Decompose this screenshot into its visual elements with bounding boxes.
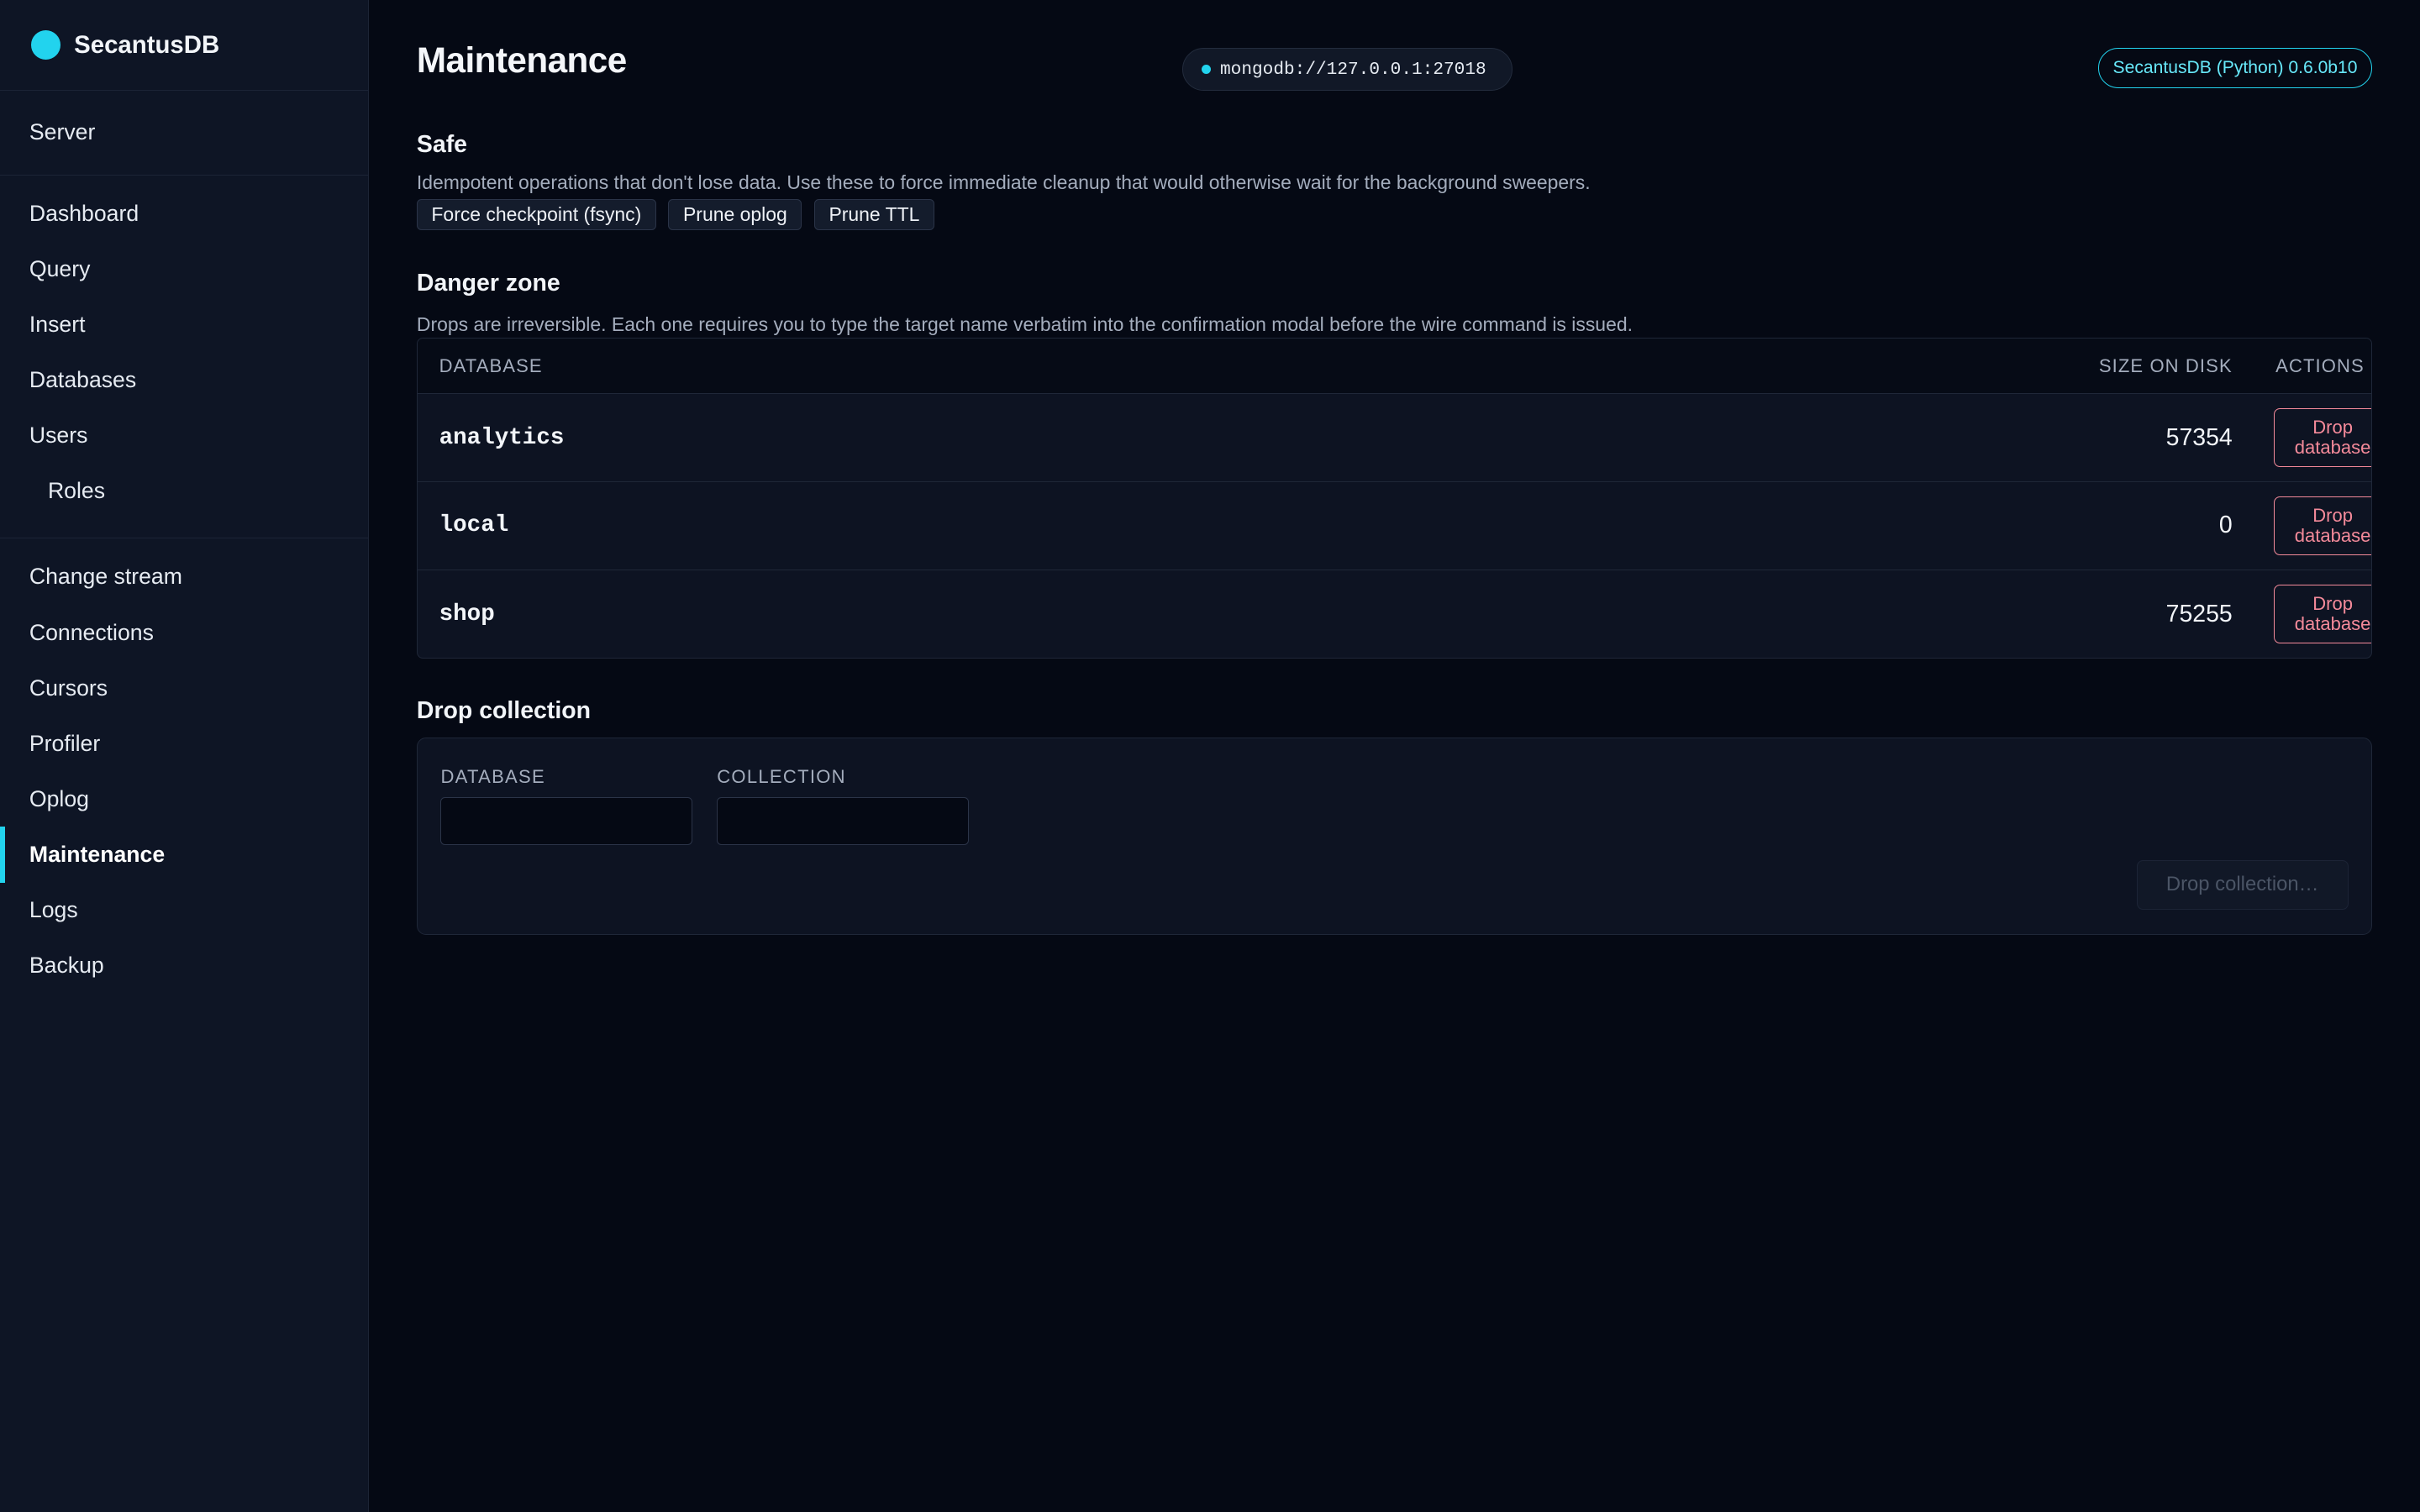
sidebar-item-server[interactable]: Server [0,105,368,160]
sidebar-item-oplog[interactable]: Oplog [0,771,368,827]
sidebar-item-backup[interactable]: Backup [0,938,368,994]
sidebar: SecantusDB Server Dashboard Query Insert… [0,0,369,1512]
table-header: DATABASE SIZE ON DISK ACTIONS [417,339,2372,395]
database-name: analytics [439,424,565,451]
main-content: Maintenance mongodb://127.0.0.1:27018 Se… [369,0,2420,1512]
databases-table: DATABASE SIZE ON DISK ACTIONS analytics … [416,338,2373,659]
nav-group-data: Dashboard Query Insert Databases Users R… [0,176,368,539]
sidebar-item-insert[interactable]: Insert [0,297,368,353]
brand: SecantusDB [0,0,368,92]
collection-field-label: COLLECTION [717,766,846,787]
force-checkpoint-button[interactable]: Force checkpoint (fsync) [416,198,656,230]
column-header-size: SIZE ON DISK [2098,354,2233,376]
database-size: 0 [2218,512,2233,539]
row-actions: Drop database [2233,585,2372,643]
sidebar-item-profiler[interactable]: Profiler [0,716,368,771]
drop-collection-button[interactable]: Drop collection… [2136,860,2349,910]
database-field-label: DATABASE [440,766,546,787]
prune-ttl-button[interactable]: Prune TTL [813,198,934,230]
database-name: local [439,512,509,539]
drop-collection-card: DATABASE COLLECTION Drop collection… [416,737,2373,936]
brand-name: SecantusDB [74,30,220,59]
database-size: 57354 [2165,423,2233,451]
drop-database-button[interactable]: Drop database [2274,585,2372,643]
table-row: shop 75255 Drop database [418,570,2372,659]
brand-logo-icon [30,30,60,60]
connection-status-icon [1201,65,1211,75]
row-actions: Drop database [2233,408,2372,468]
column-header-database: DATABASE [439,354,543,376]
connection-string: mongodb://127.0.0.1:27018 [1219,59,1486,80]
prune-oplog-button[interactable]: Prune oplog [668,198,802,230]
sidebar-item-roles[interactable]: Roles [0,464,368,519]
sidebar-item-connections[interactable]: Connections [0,605,368,660]
version-badge: SecantusDB (Python) 0.6.0b10 [2098,47,2373,88]
column-header-actions: ACTIONS [2275,354,2365,376]
row-actions: Drop database [2233,496,2372,555]
database-input[interactable] [440,796,692,845]
sidebar-item-change-stream[interactable]: Change stream [0,549,368,605]
connection-badge: mongodb://127.0.0.1:27018 [1181,47,1512,92]
table-row: analytics 57354 Drop database [417,394,2372,483]
sidebar-item-cursors[interactable]: Cursors [0,660,368,716]
drop-database-button[interactable]: Drop database [2274,408,2372,468]
sidebar-item-databases[interactable]: Databases [0,353,368,408]
sidebar-item-dashboard[interactable]: Dashboard [0,186,368,241]
page-title: Maintenance [416,39,627,80]
table-row: local 0 Drop database [417,482,2372,570]
nav-group-server: Server [0,91,368,176]
collection-input[interactable] [717,796,969,845]
nav-group-ops: Change stream Connections Cursors Profil… [0,538,368,994]
safe-actions: Force checkpoint (fsync) Prune oplog Pru… [416,198,934,230]
sidebar-item-users[interactable]: Users [0,408,368,464]
danger-section-description: Drops are irreversible. Each one require… [416,312,1633,335]
danger-section-title: Danger zone [416,270,560,297]
sidebar-item-maintenance[interactable]: Maintenance [0,827,368,883]
database-size: 75255 [2165,600,2233,627]
database-name: shop [439,601,495,627]
drop-collection-title: Drop collection [416,697,591,725]
drop-database-button[interactable]: Drop database [2274,496,2372,555]
safe-section-description: Idempotent operations that don't lose da… [416,171,1591,193]
safe-section-title: Safe [416,131,468,159]
sidebar-item-logs[interactable]: Logs [0,883,368,938]
sidebar-item-query[interactable]: Query [0,241,368,297]
